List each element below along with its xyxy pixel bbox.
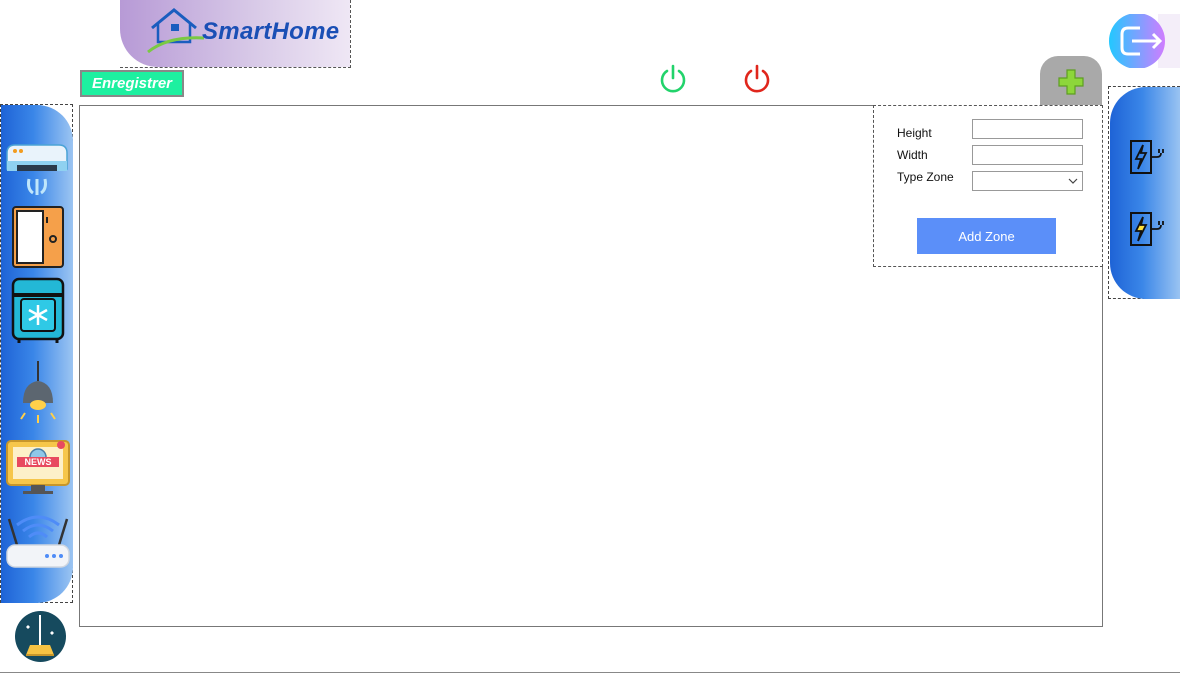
power-socket-active-icon[interactable] (1129, 211, 1169, 247)
logout-icon[interactable] (1108, 14, 1180, 68)
type-zone-label: Type Zone (897, 170, 954, 184)
height-field[interactable] (972, 119, 1083, 139)
fridge-icon[interactable] (3, 277, 71, 343)
width-field[interactable] (972, 145, 1083, 165)
power-socket-icon[interactable] (1129, 139, 1169, 175)
power-off-icon[interactable] (742, 63, 772, 93)
socket-sidebar (1108, 86, 1180, 299)
divider (0, 672, 1180, 673)
air-conditioner-icon[interactable] (3, 139, 71, 205)
broom-cleaner-icon[interactable] (12, 611, 69, 662)
width-label: Width (897, 148, 928, 162)
type-zone-select[interactable] (972, 171, 1083, 191)
power-on-icon[interactable] (658, 63, 688, 93)
add-device-button[interactable] (1040, 56, 1102, 106)
wifi-router-icon[interactable] (3, 509, 71, 575)
house-logo-icon (147, 8, 205, 54)
chevron-down-icon (1068, 178, 1078, 184)
device-sidebar: NEWS (0, 104, 73, 603)
plus-icon (1058, 69, 1084, 95)
zone-form-panel: Height Width Type Zone Add Zone (873, 105, 1103, 267)
lamp-icon[interactable] (3, 359, 71, 425)
svg-text:NEWS: NEWS (25, 457, 52, 467)
app-logo: SmartHome (120, 0, 351, 68)
add-zone-button[interactable]: Add Zone (917, 218, 1056, 254)
height-label: Height (897, 126, 932, 140)
door-icon[interactable] (3, 205, 71, 271)
news-tv-icon[interactable]: NEWS (3, 435, 71, 501)
logo-text: SmartHome (202, 18, 340, 45)
save-button[interactable]: Enregistrer (80, 70, 184, 97)
